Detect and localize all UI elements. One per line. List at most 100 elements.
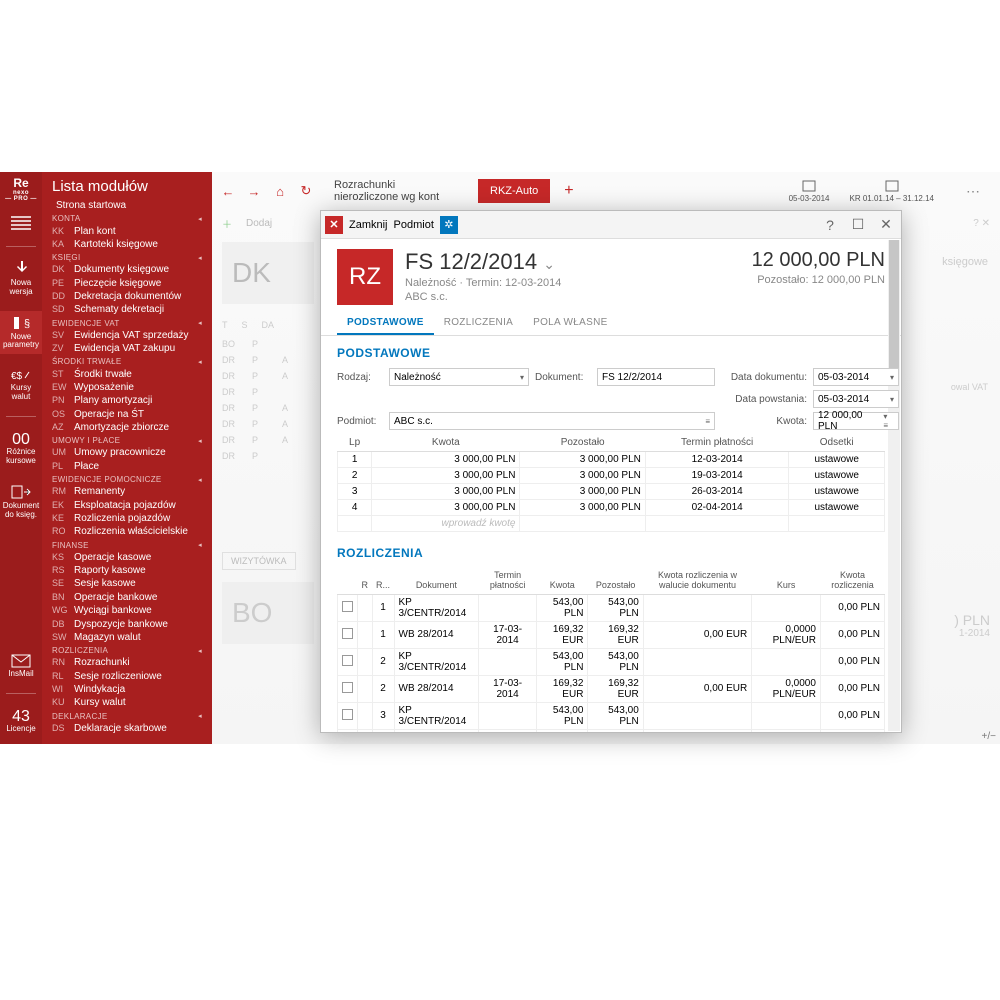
- module-item[interactable]: KSOperacje kasowe: [42, 551, 212, 564]
- gear-icon[interactable]: ✲: [440, 216, 458, 234]
- module-item[interactable]: AZAmortyzacje zbiorcze: [42, 421, 212, 434]
- module-section[interactable]: DEKLARACJE: [42, 710, 212, 722]
- field-rodzaj[interactable]: Należność▾: [389, 368, 529, 386]
- module-section[interactable]: FINANSE: [42, 539, 212, 551]
- dialog-podmiot-btn[interactable]: Podmiot: [394, 219, 434, 231]
- module-item[interactable]: DSDeklaracje skarbowe: [42, 722, 212, 735]
- table-row[interactable]: 43 000,00 PLN3 000,00 PLN02-04-2014ustaw…: [338, 500, 885, 516]
- module-item[interactable]: RORozliczenia właścicielskie: [42, 525, 212, 538]
- dialog-tabs: PODSTAWOWE ROZLICZENIA POLA WŁASNE: [321, 311, 901, 336]
- zoom-plusminus[interactable]: +/−: [982, 731, 996, 742]
- top-date[interactable]: 05-03-2014: [789, 180, 830, 203]
- dialog-close-label[interactable]: Zamknij: [349, 219, 388, 231]
- checkbox[interactable]: [342, 682, 353, 693]
- tab-add-icon[interactable]: +: [556, 182, 581, 200]
- checkbox[interactable]: [342, 709, 353, 720]
- module-item[interactable]: RNRozrachunki: [42, 656, 212, 669]
- svg-text:§: §: [24, 318, 30, 330]
- rail-mail[interactable]: InsMail: [6, 650, 35, 683]
- nav-home-icon[interactable]: ⌂: [270, 181, 290, 201]
- checkbox[interactable]: [342, 628, 353, 639]
- svg-text:€$: €$: [11, 371, 23, 382]
- top-range[interactable]: KR 01.01.14 – 31.12.14: [849, 180, 934, 203]
- nav-back-icon[interactable]: ←: [218, 181, 238, 201]
- rail-doc[interactable]: Dokument do księg.: [0, 480, 42, 524]
- table-row[interactable]: 1KP 3/CENTR/2014543,00 PLN543,00 PLN0,00…: [338, 594, 885, 621]
- table-row[interactable]: 2KP 3/CENTR/2014543,00 PLN543,00 PLN0,00…: [338, 648, 885, 675]
- icon-rail: Renexo— PRO — Nowa wersja § Nowe paramet…: [0, 172, 42, 744]
- module-item[interactable]: WGWyciągi bankowe: [42, 604, 212, 617]
- table-row[interactable]: 13 000,00 PLN3 000,00 PLN12-03-2014ustaw…: [338, 452, 885, 468]
- dialog-amount: 12 000,00 PLN: [752, 249, 885, 272]
- field-data-dok[interactable]: 05-03-2014▾: [813, 368, 899, 386]
- module-section[interactable]: EWIDENCJE VAT: [42, 317, 212, 329]
- module-item[interactable]: EKEksploatacja pojazdów: [42, 498, 212, 511]
- checkbox[interactable]: [342, 601, 353, 612]
- module-section[interactable]: KSIĘGI: [42, 251, 212, 263]
- dialog-close-icon[interactable]: ✕: [325, 216, 343, 234]
- table-row[interactable]: 3WB 28/201417-03-2014169,32 EUR169,32 EU…: [338, 729, 885, 732]
- field-podmiot[interactable]: ABC s.c.≡: [389, 412, 715, 430]
- module-item[interactable]: UMUmowy pracownicze: [42, 446, 212, 459]
- nav-fwd-icon[interactable]: →: [244, 181, 264, 201]
- module-item[interactable]: KERozliczenia pojazdów: [42, 512, 212, 525]
- dialog-title[interactable]: FS 12/2/2014 ⌄: [405, 249, 561, 275]
- module-item[interactable]: DKDokumenty księgowe: [42, 263, 212, 276]
- field-data-pow[interactable]: 05-03-2014▾: [813, 390, 899, 408]
- module-item[interactable]: SWMagazyn walut: [42, 631, 212, 644]
- module-item[interactable]: PLPłace: [42, 460, 212, 473]
- module-item[interactable]: STŚrodki trwałe: [42, 367, 212, 380]
- rail-licenses[interactable]: 43 Licencje: [0, 704, 42, 738]
- module-list: Lista modułów Strona startowa KONTAKKPla…: [42, 172, 212, 744]
- module-item[interactable]: PNPlany amortyzacji: [42, 394, 212, 407]
- module-item[interactable]: KUKursy walut: [42, 696, 212, 709]
- rail-hamburger[interactable]: [9, 212, 33, 236]
- nav-refresh-icon[interactable]: ↻: [296, 181, 316, 201]
- maximize-icon[interactable]: ☐: [847, 214, 869, 236]
- module-section[interactable]: ŚRODKI TRWAŁE: [42, 355, 212, 367]
- module-item[interactable]: EWWyposażenie: [42, 381, 212, 394]
- module-item[interactable]: DDDekretacja dokumentów: [42, 290, 212, 303]
- module-item[interactable]: SVEwidencja VAT sprzedaży: [42, 329, 212, 342]
- module-item[interactable]: DBDyspozycje bankowe: [42, 617, 212, 630]
- table-row[interactable]: 33 000,00 PLN3 000,00 PLN26-03-2014ustaw…: [338, 484, 885, 500]
- module-start[interactable]: Strona startowa: [42, 199, 212, 212]
- module-section[interactable]: KONTA: [42, 212, 212, 224]
- top-menu-icon[interactable]: ⋯: [954, 183, 994, 200]
- module-item[interactable]: PEPieczęcie księgowe: [42, 277, 212, 290]
- table-row[interactable]: 2WB 28/201417-03-2014169,32 EUR169,32 EU…: [338, 675, 885, 702]
- close-icon[interactable]: ✕: [875, 214, 897, 236]
- ghost-wizytowka[interactable]: WIZYTÓWKA: [222, 552, 296, 570]
- rail-new-params[interactable]: § Nowe parametry: [0, 311, 42, 355]
- module-item[interactable]: ZVEwidencja VAT zakupu: [42, 342, 212, 355]
- checkbox[interactable]: [342, 655, 353, 666]
- field-kwota[interactable]: 12 000,00 PLN▾ ≡: [813, 412, 899, 430]
- module-section[interactable]: ROZLICZENIA: [42, 644, 212, 656]
- module-item[interactable]: KAKartoteki księgowe: [42, 238, 212, 251]
- tab-pola-wlasne[interactable]: POLA WŁASNE: [523, 311, 617, 335]
- rail-new-version[interactable]: Nowa wersja: [0, 257, 42, 301]
- tab-podstawowe[interactable]: PODSTAWOWE: [337, 311, 434, 335]
- tab-rozliczenia[interactable]: ROZLICZENIA: [434, 311, 523, 335]
- rail-diff[interactable]: 00 Różnice kursowe: [0, 427, 42, 470]
- field-dokument[interactable]: FS 12/2/2014: [597, 368, 715, 386]
- table-row[interactable]: 3KP 3/CENTR/2014543,00 PLN543,00 PLN0,00…: [338, 702, 885, 729]
- tab-rozrachunki[interactable]: Rozrachunki nierozliczone wg kont: [322, 173, 472, 209]
- module-item[interactable]: SDSchematy dekretacji: [42, 303, 212, 316]
- table-row[interactable]: 1WB 28/201417-03-2014169,32 EUR169,32 EU…: [338, 621, 885, 648]
- module-item[interactable]: SESesje kasowe: [42, 577, 212, 590]
- tab-rkz-auto[interactable]: RKZ-Auto: [478, 179, 550, 203]
- settlements-table: RR...DokumentTermin płatnościKwotaPozost…: [337, 568, 885, 732]
- module-item[interactable]: RSRaporty kasowe: [42, 564, 212, 577]
- help-icon[interactable]: ?: [819, 214, 841, 236]
- module-section[interactable]: UMOWY I PŁACE: [42, 434, 212, 446]
- module-item[interactable]: RLSesje rozliczeniowe: [42, 670, 212, 683]
- module-section[interactable]: EWIDENCJE POMOCNICZE: [42, 473, 212, 485]
- module-item[interactable]: OSOperacje na ŚT: [42, 408, 212, 421]
- rail-currency-rates[interactable]: €$ Kursy walut: [0, 364, 42, 406]
- module-item[interactable]: KKPlan kont: [42, 224, 212, 237]
- module-item[interactable]: BNOperacje bankowe: [42, 591, 212, 604]
- table-row[interactable]: 23 000,00 PLN3 000,00 PLN19-03-2014ustaw…: [338, 468, 885, 484]
- module-item[interactable]: WIWindykacja: [42, 683, 212, 696]
- module-item[interactable]: RMRemanenty: [42, 485, 212, 498]
